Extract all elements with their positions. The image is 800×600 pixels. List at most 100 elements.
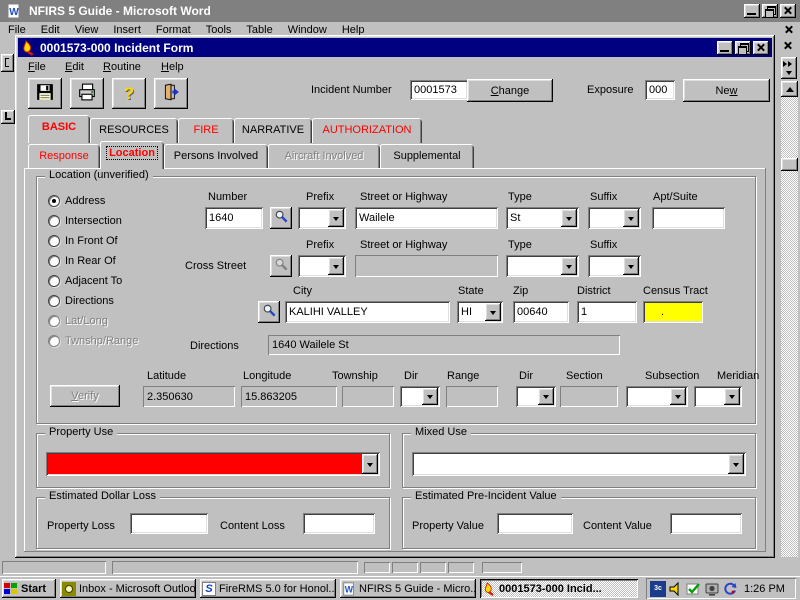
menu-file[interactable]: File — [28, 61, 46, 73]
radio-intersection-label[interactable]: Intersection — [65, 215, 122, 227]
exposure-field[interactable]: 000 — [645, 80, 675, 100]
task-button-outlook[interactable]: Inbox - Microsoft Outlook — [60, 579, 196, 598]
tab-persons-involved[interactable]: Persons Involved — [164, 144, 268, 169]
tab-response[interactable]: Response — [28, 144, 100, 169]
cross-suffix-combo[interactable] — [588, 255, 641, 277]
cross-type-combo[interactable] — [506, 255, 579, 277]
street-field[interactable]: Wailele — [355, 207, 498, 229]
form-titlebar[interactable]: 0001573-000 Incident Form — [18, 38, 772, 57]
scroll-up-button[interactable] — [781, 81, 798, 97]
radio-intersection[interactable] — [48, 215, 60, 227]
tab-basic[interactable]: BASIC — [28, 115, 90, 143]
apt-suite-field[interactable] — [652, 207, 725, 229]
dir1-combo[interactable] — [400, 386, 440, 407]
incident-number-field[interactable]: 0001573 — [410, 80, 468, 100]
suffix-combo[interactable] — [588, 207, 641, 229]
form-restore-button[interactable] — [735, 41, 751, 55]
tab-supplemental[interactable]: Supplemental — [380, 144, 474, 169]
menu-routine[interactable]: Routine — [103, 61, 141, 73]
state-combo[interactable]: HI — [457, 301, 503, 323]
save-button[interactable] — [28, 78, 62, 109]
task-button-word[interactable]: W NFIRS 5 Guide - Micro... — [340, 579, 476, 598]
district-field[interactable]: 1 — [577, 301, 637, 323]
mixed-use-combo-button[interactable] — [728, 454, 744, 474]
tab-fire[interactable]: FIRE — [178, 118, 234, 143]
dir2-combo[interactable] — [516, 386, 556, 407]
prefix-combo-button[interactable] — [328, 209, 344, 227]
street-search-button[interactable] — [270, 207, 292, 229]
task-button-firerms[interactable]: S FireRMS 5.0 for Honol... — [200, 579, 336, 598]
content-loss-field[interactable] — [303, 513, 375, 534]
exit-button[interactable] — [154, 78, 188, 109]
state-combo-button[interactable] — [485, 303, 501, 321]
census-tract-label: Census Tract — [643, 285, 708, 297]
word-toolbar-button-fragment[interactable] — [1, 54, 14, 72]
scrollbar-thumb[interactable] — [781, 158, 798, 171]
zip-field[interactable]: 00640 — [513, 301, 569, 323]
property-use-combo[interactable] — [46, 452, 380, 476]
cross-prefix-combo-button[interactable] — [328, 257, 344, 275]
radio-address-label[interactable]: Address — [65, 195, 105, 207]
mixed-use-combo[interactable] — [412, 452, 746, 476]
radio-adjacent-to-label[interactable]: Adjacent To — [65, 275, 122, 287]
radio-address[interactable] — [48, 195, 60, 207]
radio-adjacent-to[interactable] — [48, 275, 60, 287]
tab-location[interactable]: Location — [100, 141, 164, 169]
help-button[interactable]: ? — [112, 78, 146, 109]
display-icon[interactable] — [704, 581, 720, 597]
print-button[interactable] — [70, 78, 104, 109]
radio-directions[interactable] — [48, 295, 60, 307]
toolbar-overflow-button[interactable] — [781, 57, 797, 79]
radio-in-front-of[interactable] — [48, 235, 60, 247]
change-button[interactable]: Change — [467, 79, 553, 102]
tab-authorization[interactable]: AUTHORIZATION — [312, 118, 422, 143]
menu-help[interactable]: Help — [161, 61, 184, 73]
word-restore-button[interactable] — [762, 4, 778, 18]
radio-directions-label[interactable]: Directions — [65, 295, 114, 307]
city-search-button[interactable] — [258, 301, 280, 323]
tab-narrative[interactable]: NARRATIVE — [234, 118, 312, 143]
radio-in-rear-of-label[interactable]: In Rear Of — [65, 255, 116, 267]
form-minimize-button[interactable] — [717, 41, 733, 55]
census-tract-field[interactable]: . — [643, 301, 703, 323]
type-combo-button[interactable] — [561, 209, 577, 227]
meridian-combo[interactable] — [694, 386, 742, 407]
meridian-combo-button[interactable] — [724, 388, 740, 405]
dir1-combo-button[interactable] — [422, 388, 438, 405]
word-minimize-button[interactable] — [744, 4, 760, 18]
volume-icon[interactable] — [668, 581, 684, 597]
cross-prefix-combo[interactable] — [298, 255, 346, 277]
tab-location-label: Location — [107, 147, 157, 159]
new-button[interactable]: New — [683, 79, 770, 102]
type-combo[interactable]: St — [506, 207, 579, 229]
radio-in-front-of-label[interactable]: In Front Of — [65, 235, 118, 247]
subsection-combo-button[interactable] — [670, 388, 686, 405]
task-label: 0001573-000 Incid... — [499, 583, 638, 595]
antivirus-check-icon[interactable] — [686, 581, 702, 597]
cross-suffix-combo-button[interactable] — [623, 257, 639, 275]
task-button-incident-active[interactable]: 0001573-000 Incid... — [480, 579, 638, 598]
word-titlebar[interactable]: W NFIRS 5 Guide - Microsoft Word — [0, 0, 800, 22]
dir2-combo-button[interactable] — [538, 388, 554, 405]
property-loss-field[interactable] — [130, 513, 208, 534]
property-value-field[interactable] — [497, 513, 573, 534]
prefix-combo[interactable] — [298, 207, 346, 229]
start-button[interactable]: Start — [2, 579, 56, 598]
sync-icon[interactable] — [722, 581, 738, 597]
radio-in-rear-of[interactable] — [48, 255, 60, 267]
form-close-button[interactable] — [753, 41, 769, 55]
word-toolbar-button-fragment[interactable] — [1, 110, 15, 124]
property-use-combo-button[interactable] — [362, 454, 378, 474]
tab-resources[interactable]: RESOURCES — [90, 118, 178, 143]
cross-type-combo-button[interactable] — [561, 257, 577, 275]
suffix-combo-button[interactable] — [623, 209, 639, 227]
street-label: Street or Highway — [360, 191, 447, 203]
3com-icon[interactable]: 3c — [650, 581, 666, 597]
menu-edit[interactable]: Edit — [65, 61, 84, 73]
word-close-button[interactable] — [780, 4, 796, 18]
subsection-combo[interactable] — [626, 386, 688, 407]
content-value-field[interactable] — [670, 513, 742, 534]
township-field — [342, 386, 394, 407]
city-field[interactable]: KALIHI VALLEY — [285, 301, 450, 323]
number-field[interactable]: 1640 — [205, 207, 263, 229]
